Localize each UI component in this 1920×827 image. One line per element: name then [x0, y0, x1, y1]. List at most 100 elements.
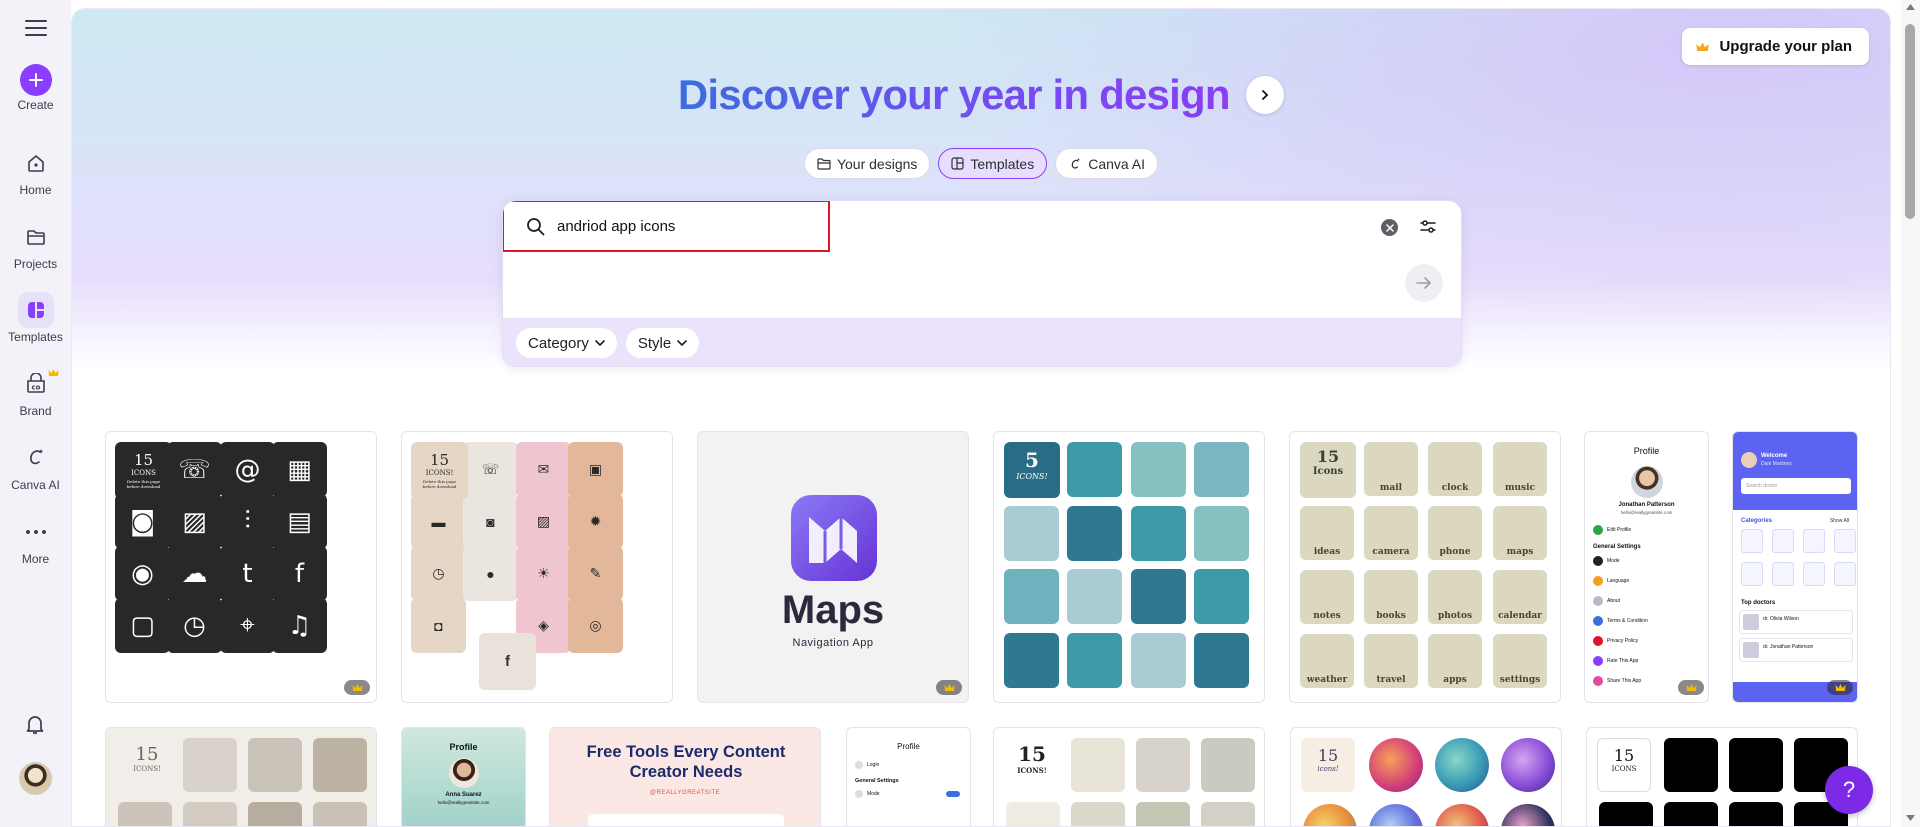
sidebar-item-canva-ai[interactable]: Canva AI [0, 440, 71, 492]
handle-text: @REALLYGREATSITE [649, 790, 721, 796]
watercolor-icon [1303, 804, 1357, 826]
template-card-profile-mint[interactable]: Profile Anna Suarez hello@reallygreatsit… [401, 727, 526, 826]
count-number: 15 [1316, 447, 1340, 466]
sidebar-item-label: Brand [19, 404, 52, 418]
welcome-name: Dani Martinez [1761, 461, 1792, 467]
instagram-icon: ◉ [115, 546, 170, 601]
category-tile [1772, 529, 1794, 553]
login-row: Login [855, 761, 879, 769]
template-card-lineart-icons[interactable]: 15 ICONS [1586, 727, 1858, 826]
settings-row: Terms & Condition [1593, 616, 1648, 626]
help-button[interactable]: ? [1825, 766, 1873, 814]
category-dropdown[interactable]: Category [516, 328, 617, 358]
template-card-plant-icons[interactable]: 15 ICONS! [993, 727, 1265, 826]
icon-count-tile: 15 ICONS! Delete this page before downlo… [411, 442, 468, 499]
teal-icon-tile [1004, 633, 1059, 688]
sidebar-item-label: Create [17, 98, 54, 112]
photo-icon-tile [183, 802, 237, 826]
tumblr-icon: t [220, 546, 275, 601]
search-input[interactable] [557, 217, 807, 235]
folder-icon [18, 219, 54, 255]
labeled-icon-tile: weather [1300, 634, 1354, 688]
settings-row: Share This App [1593, 676, 1641, 686]
notifications-bell-icon[interactable] [23, 712, 47, 741]
tab-your-designs[interactable]: Your designs [803, 148, 931, 179]
search-submit-button[interactable] [1405, 264, 1443, 302]
sidebar-item-more[interactable]: More [0, 514, 71, 566]
app-icon-tile: ◘ [411, 598, 466, 653]
crown-icon [48, 364, 59, 382]
tab-canva-ai[interactable]: Canva AI [1055, 148, 1159, 179]
icon-label: maps [1506, 547, 1534, 557]
camera-icon: ◙ [115, 494, 170, 549]
filter-settings-button[interactable] [1419, 218, 1437, 241]
template-card-profile-app[interactable]: Profile Jonathan Patterson hello@reallyg… [1584, 431, 1709, 703]
user-avatar [1741, 452, 1757, 468]
watercolor-icon [1435, 738, 1489, 792]
photos-icon: ▨ [167, 494, 222, 549]
template-card-teal-icons[interactable]: 5 ICONS! [993, 431, 1265, 703]
template-card-free-tools[interactable]: Free Tools Every Content Creator Needs @… [549, 727, 821, 826]
premium-crown-badge [1678, 680, 1704, 695]
labeled-icon-tile: clock [1428, 442, 1482, 496]
teal-icon-tile [1131, 569, 1186, 624]
maps-title: Maps [781, 588, 885, 632]
template-card-black-icons[interactable]: ☏ @ ▦ ◙ ▨ ⫶ ▤ ◉ ☁ t f ▢ ◷ ⌖ ♫ 15 ICONS Delete this pag… [105, 431, 377, 703]
icon-label: ideas [1313, 547, 1341, 557]
template-card-neutral-photo-icons[interactable]: 15 ICONS! [105, 727, 377, 826]
sidebar-item-templates[interactable]: Templates [0, 292, 71, 344]
count-number: 15 [1018, 742, 1046, 766]
profile-email: hello@reallygreatsite.com [437, 800, 490, 805]
user-avatar[interactable] [19, 762, 52, 795]
photo-icon-tile [248, 802, 302, 826]
template-card-olive-icons[interactable]: 15 Icons mail clock music ideas camera phone m… [1289, 431, 1561, 703]
teal-icon-tile [1067, 633, 1122, 688]
settings-icon: ⫶ [220, 494, 275, 549]
icon-label: photos [1437, 611, 1473, 621]
teal-icon-tile [1194, 442, 1249, 497]
scroll-up-arrow-icon[interactable] [1906, 4, 1915, 10]
labeled-icon-tile: mail [1364, 442, 1418, 496]
headline-next-button[interactable] [1246, 76, 1285, 114]
icon-count-tile: 15 icons! [1301, 738, 1355, 792]
app-icon-tile: ✉ [516, 442, 571, 497]
scrollbar-thumb[interactable] [1905, 24, 1915, 219]
photo-icon-tile [313, 738, 367, 792]
template-card-watercolor-icons[interactable]: 15 icons! [1290, 727, 1562, 826]
left-sidebar: Create Home Projects Templates co Brand … [0, 0, 71, 827]
scroll-down-arrow-icon[interactable] [1906, 815, 1915, 821]
teal-icon-tile [1131, 633, 1186, 688]
tab-templates[interactable]: Templates [938, 148, 1048, 179]
template-card-pastel-icons[interactable]: ☏ ✉ ▣ ▬ ◙ ▨ ✹ ◷ ● ☀ ✎ ◘ ◈ ◎ 15 ICONS! Delete this pag… [401, 431, 673, 703]
sidebar-item-brand[interactable]: co Brand [0, 366, 71, 418]
page-scrollbar[interactable] [1901, 0, 1920, 827]
icon-label: camera [1372, 547, 1410, 557]
count-label: ICONS! [133, 765, 161, 773]
style-dropdown[interactable]: Style [625, 328, 700, 358]
template-card-maps[interactable]: Maps Navigation App [697, 431, 969, 703]
upgrade-plan-button[interactable]: Upgrade your plan [1682, 28, 1869, 65]
icon-count-tile: 15 Icons [1300, 442, 1356, 498]
template-card-doctor-app[interactable]: Welcome Dani Martinez Search doctor Cate… [1732, 431, 1858, 703]
category-tile [1772, 562, 1794, 586]
menu-icon[interactable] [25, 20, 47, 38]
canva-ai-icon [18, 440, 54, 476]
sidebar-item-home[interactable]: Home [0, 145, 71, 197]
teal-icon-tile [1004, 506, 1059, 561]
search-scope-tabs: Your designs Templates Canva AI [72, 148, 1890, 179]
category-tile [1803, 562, 1825, 586]
teal-icon-tile [1067, 442, 1122, 497]
chevron-down-icon [595, 339, 605, 346]
template-card-profile-settings[interactable]: Profile Login General Settings Mode [846, 727, 971, 826]
count-number: 15 [133, 451, 154, 469]
doctor-row: dr. Jonathan Patterson [1739, 638, 1853, 662]
phone-icon: ☏ [167, 442, 222, 497]
photo-icon-tile [1006, 802, 1060, 826]
labeled-icon-tile: maps [1493, 506, 1547, 560]
sidebar-item-create[interactable]: Create [0, 64, 71, 112]
filter-bar: Category Style [503, 318, 1461, 366]
clear-search-button[interactable] [1381, 219, 1398, 236]
settings-row: About [1593, 596, 1620, 606]
count-number: 15 [1317, 746, 1339, 765]
sidebar-item-projects[interactable]: Projects [0, 219, 71, 271]
